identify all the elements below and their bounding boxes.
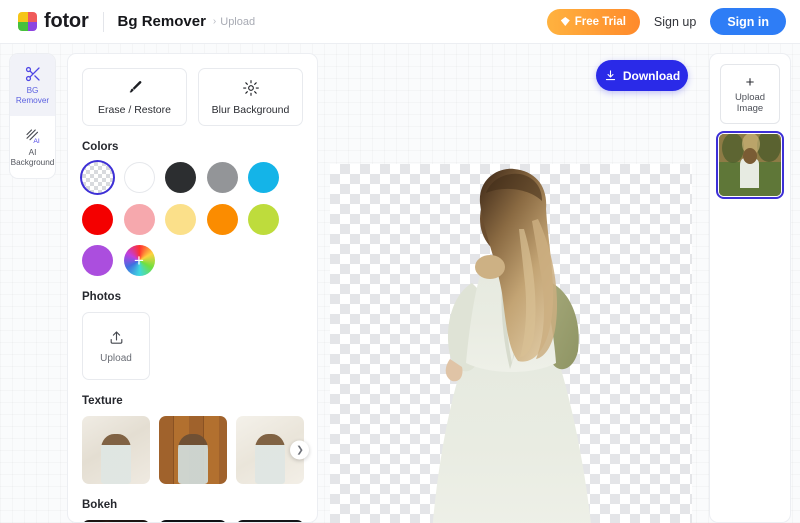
scissors-icon [25,66,40,81]
photo-upload-button[interactable]: Upload [82,312,150,380]
color-swatch-pink[interactable] [123,203,155,235]
bokeh-section-title: Bokeh [82,499,118,511]
breadcrumb-separator-icon: › [212,16,217,27]
logo-text: fotor [44,10,89,32]
photo-upload-label: Upload [100,352,132,364]
subject-cutout [432,168,591,523]
tool-button-row: Erase / Restore Blur Background [82,68,303,126]
source-image-preview [719,134,781,196]
color-swatch-yellow[interactable] [165,203,196,235]
upload-icon [110,330,122,344]
blur-icon [242,79,259,96]
download-icon [605,70,615,81]
colors-section-title: Colors [82,141,119,153]
blur-background-button[interactable]: Blur Background [198,68,303,126]
download-button[interactable]: Download [596,60,688,91]
fotor-logo-icon [18,12,37,31]
blur-background-label: Blur Background [211,103,290,116]
erase-restore-button[interactable]: Erase / Restore [82,68,187,126]
color-picker-button[interactable]: + [123,245,155,276]
logo[interactable]: fotor [18,10,89,33]
sign-in-button[interactable]: Sign in [710,8,786,35]
free-trial-button[interactable]: Free Trial [546,8,640,35]
color-swatch-gray[interactable] [206,162,238,193]
color-swatch-orange[interactable] [206,203,238,235]
texture-wood-thumb[interactable] [159,416,227,484]
color-swatch-purple[interactable] [82,245,113,276]
sidebar-item-bg-remover[interactable]: BG Remover [10,54,55,116]
chevron-right-icon: ❯ [296,444,304,455]
diamond-icon [560,17,570,26]
color-swatch-red[interactable] [82,203,113,235]
svg-text:AI: AI [33,138,40,145]
page-title: Bg Remover [117,13,206,30]
download-label: Download [622,68,681,83]
source-image-thumb[interactable] [716,131,784,199]
color-swatch-black[interactable] [165,162,196,193]
texture-section-title: Texture [82,395,123,407]
texture-thumb-row: ❯ [82,416,309,484]
upload-image-button[interactable]: + Upload Image [720,64,780,124]
color-swatch-cyan[interactable] [248,162,279,193]
sidebar-item-ai-background-label: AI Background [10,147,55,167]
fotor-bg-remover-app: fotor Bg Remover › Upload Free Trial Sig… [0,0,800,523]
brush-icon [129,80,141,93]
plus-icon: + [745,73,755,91]
options-panel: Erase / Restore Blur Background Colors +… [67,53,318,523]
plus-icon: + [134,251,144,270]
color-swatch-white[interactable] [123,162,155,193]
app-header: fotor Bg Remover › Upload Free Trial Sig… [0,0,800,44]
color-swatch-lime[interactable] [248,203,279,235]
free-trial-label: Free Trial [574,15,626,28]
sign-up-link[interactable]: Sign up [654,15,696,29]
breadcrumb: Upload [220,15,256,28]
texture-paper-thumb[interactable] [82,416,150,484]
header-divider [102,11,104,32]
photos-section-title: Photos [82,291,121,303]
ai-sparkle-icon: AI [25,129,40,145]
tool-rail: BG Remover AI AI Background [9,53,56,179]
color-swatch-transparent[interactable] [82,162,113,193]
image-list-panel: + Upload Image [709,53,791,523]
header-actions: Free Trial Sign up Sign in [546,8,786,35]
image-canvas[interactable] [330,164,692,523]
color-swatch-grid: + [82,162,303,276]
texture-next-button[interactable]: ❯ [290,440,309,460]
erase-restore-label: Erase / Restore [98,103,171,116]
sidebar-item-bg-remover-label: BG Remover [15,85,50,105]
sidebar-item-ai-background[interactable]: AI AI Background [10,116,55,178]
upload-image-label: Upload Image [734,91,766,114]
